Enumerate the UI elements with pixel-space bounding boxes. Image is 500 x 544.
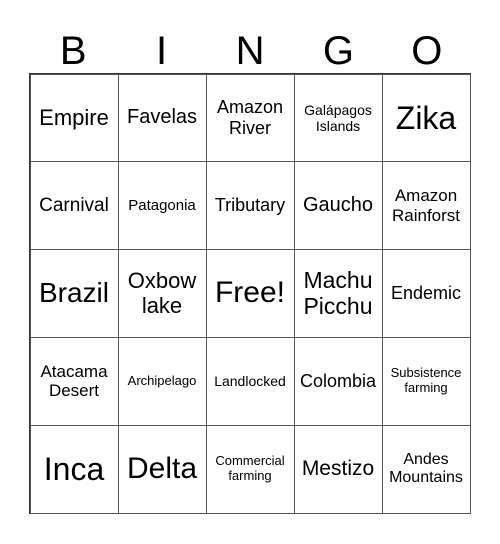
bingo-cell[interactable]: Patagonia [117,161,207,251]
bingo-cell[interactable]: Tributary [205,161,295,251]
bingo-cell[interactable]: Zika [381,73,471,163]
header-letter-g: G [322,29,354,73]
bingo-cell[interactable]: Gaucho [293,161,383,251]
bingo-cell[interactable]: Brazil [29,249,119,338]
bingo-cell[interactable]: Favelas [117,73,207,163]
bingo-cell[interactable]: Endemic [381,249,471,338]
header-letter-b: B [59,29,87,73]
bingo-cell[interactable]: Atacama Desert [29,336,119,426]
bingo-cell[interactable]: Landlocked [205,336,295,426]
header-letter-o: O [411,29,443,73]
bingo-cell[interactable]: Amazon River [205,73,295,163]
header-letter-n: N [235,29,265,73]
bingo-cell[interactable]: Commercial farming [205,424,295,514]
bingo-cell[interactable]: Archipelago [117,336,207,426]
bingo-cell[interactable]: Machu Picchu [293,249,383,338]
bingo-cell[interactable]: Oxbow lake [117,249,207,338]
bingo-cell[interactable]: Mestizo [293,424,383,514]
bingo-cell[interactable]: Delta [117,424,207,514]
bingo-cell[interactable]: Empire [29,73,119,163]
bingo-cell[interactable]: Andes Mountains [381,424,471,514]
bingo-cell[interactable]: Carnival [29,161,119,251]
bingo-card-grid: Empire Favelas Amazon River Galápagos Islan… [29,73,471,514]
bingo-header: B I N G O [29,26,471,76]
bingo-cell[interactable]: Galápagos Islands [293,73,383,163]
bingo-cell[interactable]: Colombia [293,336,383,426]
bingo-cell[interactable]: Amazon Rainforst [381,161,471,251]
bingo-cell[interactable]: Subsistence farming [381,336,471,426]
bingo-cell[interactable]: Inca [29,424,119,514]
header-letter-i: I [156,29,168,73]
free-space-cell[interactable]: Free! [205,249,295,338]
